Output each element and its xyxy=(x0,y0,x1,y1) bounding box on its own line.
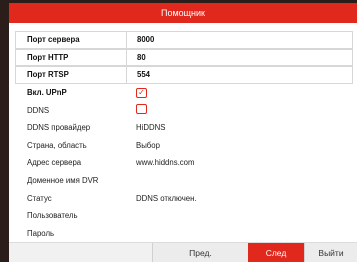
user-row: Пользователь xyxy=(15,207,357,225)
server-address-label: Адрес сервера xyxy=(27,158,82,168)
ddns-provider-row: DDNS провайдер HiDDNS xyxy=(15,119,357,137)
server-address-row: Адрес сервера www.hiddns.com xyxy=(15,154,357,172)
next-button[interactable]: След xyxy=(248,243,304,262)
dvr-domain-label: Доменное имя DVR xyxy=(27,176,99,186)
http-port-input[interactable]: 80 xyxy=(126,49,352,66)
region-row: Страна, область Выбор xyxy=(15,137,357,155)
wizard-window: Помощник Порт сервера 8000 Порт HTTP 80 … xyxy=(9,3,357,262)
upnp-checkbox[interactable]: ✓ xyxy=(136,87,147,98)
server-port-label: Порт сервера xyxy=(27,35,80,45)
server-address-input[interactable]: www.hiddns.com xyxy=(136,158,195,167)
window-title: Помощник xyxy=(9,3,357,23)
rtsp-port-label: Порт RTSP xyxy=(27,70,69,80)
server-port-row: Порт сервера 8000 xyxy=(15,31,353,49)
prev-button[interactable]: Пред. xyxy=(152,243,248,262)
status-label: Статус xyxy=(27,193,52,203)
exit-button[interactable]: Выйти xyxy=(304,243,357,262)
dvr-domain-row: Доменное имя DVR xyxy=(15,172,357,190)
ddns-row: DDNS xyxy=(15,101,357,119)
ddns-checkbox[interactable] xyxy=(136,104,147,115)
rtsp-port-row: Порт RTSP 554 xyxy=(15,66,353,84)
region-label: Страна, область xyxy=(27,140,87,150)
http-port-label: Порт HTTP xyxy=(27,52,69,62)
button-bar: Пред. След Выйти xyxy=(9,242,357,262)
upnp-label: Вкл. UPnP xyxy=(27,88,67,98)
status-value: DDNS отключен. xyxy=(136,193,197,203)
ddns-label: DDNS xyxy=(27,105,50,115)
status-row: Статус DDNS отключен. xyxy=(15,189,357,207)
password-row: Пароль xyxy=(15,225,357,243)
server-port-input[interactable]: 8000 xyxy=(126,32,352,48)
region-select[interactable]: Выбор xyxy=(136,141,160,150)
http-port-row: Порт HTTP 80 xyxy=(15,48,353,67)
settings-list: Порт сервера 8000 Порт HTTP 80 Порт RTSP… xyxy=(9,31,357,242)
user-label: Пользователь xyxy=(27,211,78,221)
ddns-provider-select[interactable]: HiDDNS xyxy=(136,123,165,132)
upnp-row: Вкл. UPnP ✓ xyxy=(15,84,357,102)
password-label: Пароль xyxy=(27,228,55,238)
ddns-provider-label: DDNS провайдер xyxy=(27,123,91,133)
rtsp-port-input[interactable]: 554 xyxy=(126,67,352,83)
